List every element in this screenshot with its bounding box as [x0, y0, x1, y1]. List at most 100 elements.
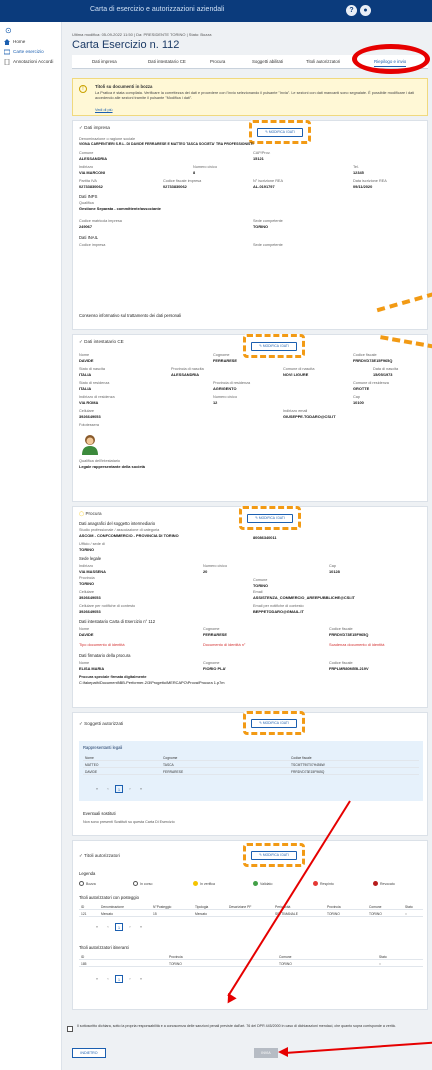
field-label: Codice fiscale [329, 661, 353, 665]
submit-button[interactable]: INVIA [254, 1048, 278, 1058]
field-provincia: Provincia TORINO [79, 576, 95, 586]
legend-respinto: Respinto [313, 881, 334, 886]
field-value: Gestione Separata - committente/associan… [79, 206, 161, 211]
declaration-checkbox[interactable] [67, 1026, 73, 1032]
next-page-button[interactable]: › [126, 785, 134, 793]
table-cell: TORINO [327, 911, 340, 916]
edit-data-button[interactable]: ✎ MODIFICA I DATI [257, 128, 303, 137]
tab-titoli[interactable]: Titoli autorizzatori [306, 59, 340, 64]
field-value: VIA ROMA [79, 400, 99, 405]
last-page-button[interactable]: » [137, 923, 145, 931]
field-label: Cap [353, 395, 360, 399]
section-header[interactable]: ◯ Procura [79, 511, 102, 517]
table-cell: Mercato [195, 911, 207, 916]
section-subtitle: Eventuali sostituti [83, 811, 116, 816]
sidebar-item-label: Annotazioni Accordi [13, 59, 54, 64]
prev-page-button[interactable]: ‹ [104, 785, 112, 793]
card-icon [3, 49, 11, 55]
field-value: DAVIDE [79, 358, 94, 363]
tab-intestatario[interactable]: Dati intestatario CE [148, 59, 186, 64]
first-page-button[interactable]: « [93, 975, 101, 983]
tab-procura[interactable]: Procura [210, 59, 225, 64]
field-value: 02733830062 [79, 184, 103, 189]
last-page-button[interactable]: » [137, 975, 145, 983]
legend-label: In verifica [200, 881, 215, 886]
edit-data-button[interactable]: ✎ MODIFICA I DATI [251, 719, 297, 728]
field-value: FERRARESE [203, 632, 227, 637]
column-header: Stato [379, 954, 387, 959]
field-value: ITALIA [79, 372, 92, 377]
table-cell: DAVIDE [85, 769, 98, 774]
section-title: Soggetti autorizzati [84, 721, 124, 726]
section-header[interactable]: ✓ Soggetti autorizzati [79, 721, 123, 727]
column-header: ID [81, 904, 85, 909]
table-header: Nome Cognome Codice fiscale [83, 754, 419, 761]
back-button[interactable]: INDIETRO [72, 1048, 106, 1058]
field-tel: Tel. 12345 [353, 165, 364, 175]
avatar [81, 433, 99, 455]
edit-data-button[interactable]: ✎ MODIFICA I DATI [247, 514, 293, 523]
prev-page-button[interactable]: ‹ [104, 975, 112, 983]
document-icon [4, 58, 10, 65]
tab-dati-impresa[interactable]: Dati impresa [92, 59, 117, 64]
field-qualifica: Qualifica Gestione Separata - committente… [79, 201, 161, 211]
field-value: 12345 [353, 170, 364, 175]
field-value: FRPLMR80M55L219V [329, 666, 369, 671]
help-icon[interactable]: ? [346, 5, 357, 16]
field-value: AL-0191797 [253, 184, 275, 189]
field-label: Numero civico [213, 395, 238, 399]
alert-link[interactable]: Vedi di più [95, 108, 113, 112]
pagination: « ‹ 1 › » [93, 975, 145, 983]
field-label: Provincia di residenza [213, 381, 251, 385]
page-button[interactable]: 1 [115, 785, 123, 793]
next-page-button[interactable]: › [126, 923, 134, 931]
button-label: MODIFICA I DATI [262, 721, 289, 725]
legend-validato: Validato [253, 881, 272, 886]
last-page-button[interactable]: » [137, 785, 145, 793]
field-label: Fototessera [79, 423, 100, 427]
field-value: GIUSEPPE.TODARO@CSI.IT [283, 414, 336, 419]
page-button[interactable]: 1 [115, 975, 123, 983]
tab-soggetti[interactable]: Soggetti abilitati [252, 59, 283, 64]
field-value: Documento di identità n° [203, 642, 246, 647]
user-icon[interactable]: ● [360, 5, 371, 16]
section-header[interactable]: ✓ Dati impresa [79, 125, 110, 131]
section-header[interactable]: ✓ Titoli autorizzatori [79, 853, 120, 859]
menu-icon[interactable]: ⊙ [5, 26, 12, 35]
section-header[interactable]: ✓ Dati intestatario CE [79, 339, 124, 345]
sidebar-item-annotazioni[interactable]: Annotazioni Accordi [4, 56, 60, 67]
column-header: Stato [405, 904, 413, 909]
field-value: 249067 [79, 224, 92, 229]
field-rea: N° iscrizione REA AL-0191797 [253, 179, 283, 189]
page-button[interactable]: 1 [115, 923, 123, 931]
first-page-button[interactable]: « [93, 785, 101, 793]
field-value: TORINO [253, 224, 269, 229]
field-label: Comune di residenza [353, 381, 389, 385]
pagination: « ‹ 1 › » [93, 785, 145, 793]
field-label: Qualifica [79, 201, 94, 205]
field-cap: Cap 10100 [353, 395, 364, 405]
field-value[interactable]: C:\fakepath\Documenti\BB-Performer-2\3\P… [79, 680, 225, 685]
first-page-button[interactable]: « [93, 923, 101, 931]
table-cell: 185 [81, 961, 87, 966]
field-email-notifiche: Email per notifiche di contesto BEPPETODA… [253, 604, 304, 614]
field-label: Procura speciale firmata digitalmente [79, 675, 147, 679]
edit-data-button[interactable]: ✎ MODIFICA I DATI [251, 342, 297, 351]
table-row: DAVIDE FERRARESE FRRDVD73E15F965Q [83, 768, 419, 775]
prev-page-button[interactable]: ‹ [104, 923, 112, 931]
field-procura-file: Procura speciale firmata digitalmente C:\… [79, 675, 225, 685]
main-content: Ultima modifica: 05-09-2022 11:50 | Da: … [62, 22, 432, 1070]
field-comune-nascita: Comune di nascita NOVI LIGURE [283, 367, 314, 377]
field-label: Cognome [203, 627, 220, 631]
status-dot-icon [373, 881, 378, 886]
field-email: Indirizzo email GIUSEPPE.TODARO@CSI.IT [283, 409, 336, 419]
empty-message: Non sono presenti Sostituti su questa Ca… [83, 820, 175, 824]
legend-title: Legenda [79, 871, 96, 876]
home-icon [4, 38, 10, 45]
app-title: Carta di esercizio e autorizzazioni azie… [90, 6, 225, 13]
section-title: Titoli autorizzatori [84, 853, 120, 858]
field-value: NOVI LIGURE [283, 372, 309, 377]
next-page-button[interactable]: › [126, 975, 134, 983]
edit-data-button[interactable]: ✎ MODIFICA I DATI [251, 851, 297, 860]
section-subtitle: Titoli autorizzatori itineranti [79, 945, 129, 950]
